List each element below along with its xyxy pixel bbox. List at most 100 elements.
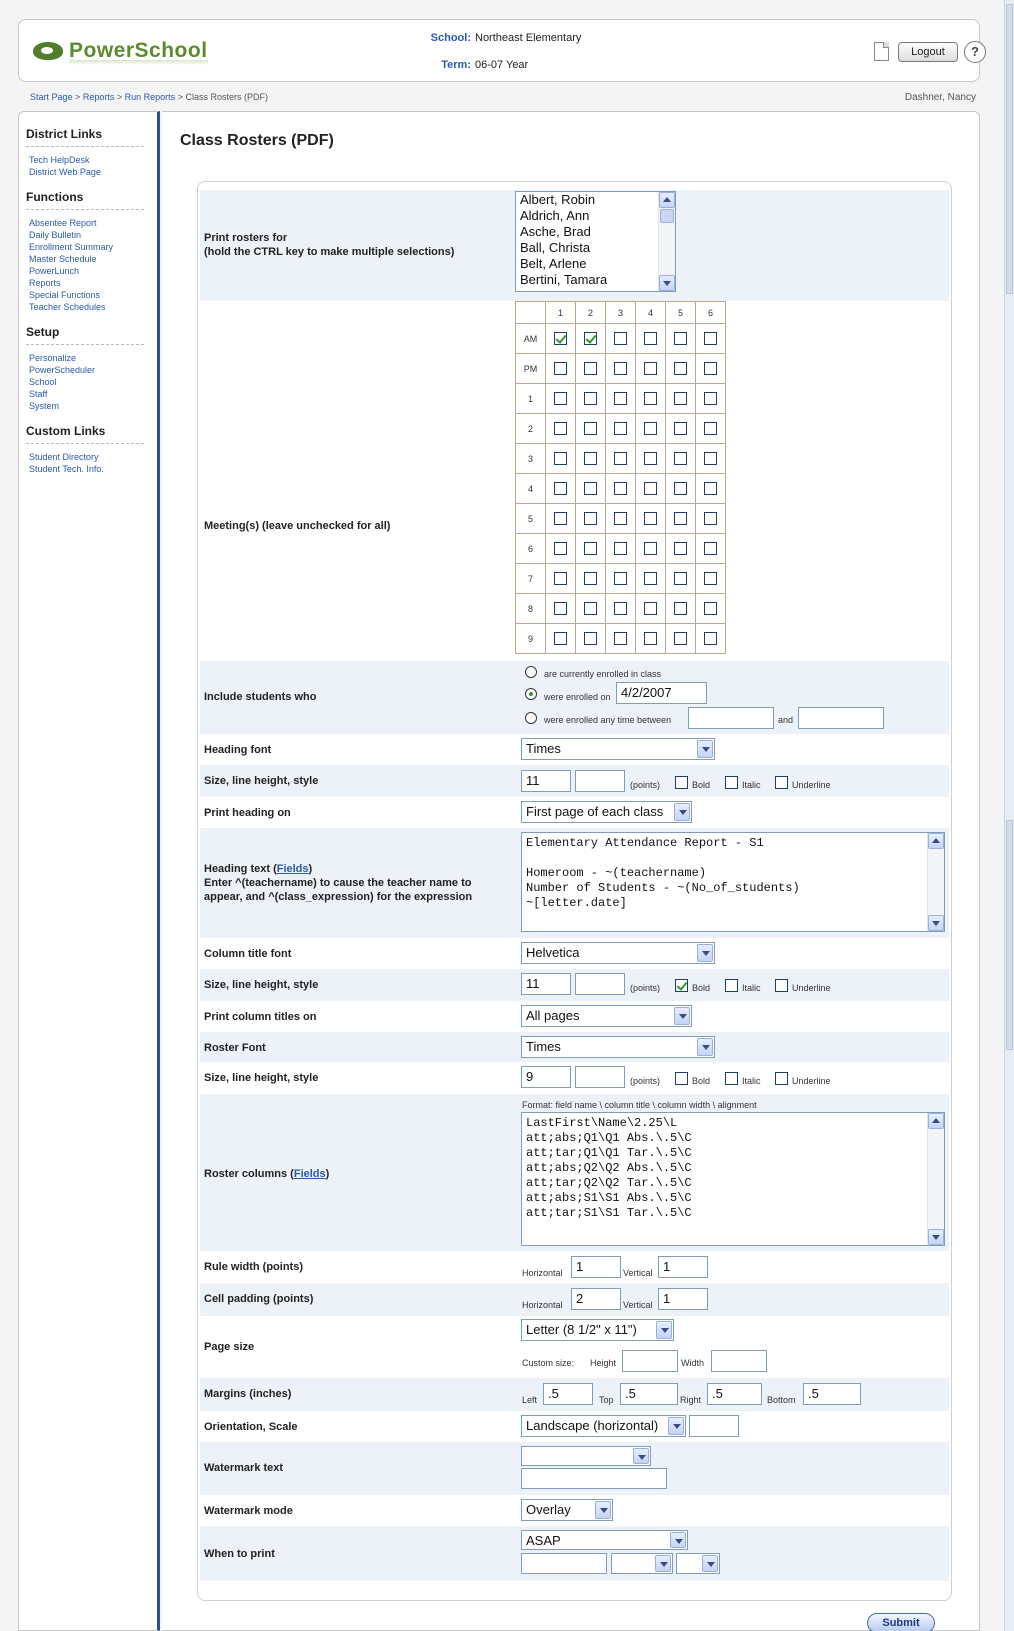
scroll-up-icon[interactable]	[928, 833, 944, 849]
radio-enrolled-on[interactable]	[525, 688, 537, 700]
meeting-checkbox[interactable]	[554, 572, 567, 585]
meeting-checkbox[interactable]	[644, 392, 657, 405]
meeting-checkbox[interactable]	[644, 332, 657, 345]
meeting-checkbox[interactable]	[614, 392, 627, 405]
meeting-checkbox[interactable]	[584, 392, 597, 405]
heading-underline-checkbox[interactable]	[775, 776, 788, 789]
sidebar-item-master-schedule[interactable]: Master Schedule	[29, 253, 97, 265]
watermark-text-input[interactable]	[521, 1468, 667, 1489]
roster-font-select[interactable]: Times	[521, 1036, 715, 1058]
sidebar-item-student-directory[interactable]: Student Directory	[29, 451, 99, 463]
meeting-checkbox[interactable]	[704, 362, 717, 375]
meeting-checkbox[interactable]	[584, 482, 597, 495]
scrollbar-thumb-secondary[interactable]	[1006, 820, 1013, 1050]
scroll-down-icon[interactable]	[928, 915, 944, 931]
meeting-checkbox[interactable]	[674, 332, 687, 345]
meeting-checkbox[interactable]	[644, 542, 657, 555]
scroll-up-icon[interactable]	[928, 1113, 944, 1129]
print-minute-select[interactable]	[676, 1553, 720, 1574]
meeting-checkbox[interactable]	[554, 542, 567, 555]
teacher-listbox[interactable]: Albert, Robin Aldrich, Ann Asche, Brad B…	[515, 191, 676, 292]
sidebar-item-district-web-page[interactable]: District Web Page	[29, 166, 101, 178]
meeting-checkbox[interactable]	[674, 512, 687, 525]
heading-font-select[interactable]: Times	[521, 738, 715, 760]
sidebar-item-powerscheduler[interactable]: PowerScheduler	[29, 364, 95, 376]
meeting-checkbox[interactable]	[704, 332, 717, 345]
meeting-checkbox[interactable]	[674, 632, 687, 645]
scroll-down-icon[interactable]	[659, 275, 675, 291]
margin-top-input[interactable]: .5	[620, 1383, 678, 1405]
meeting-checkbox[interactable]	[644, 572, 657, 585]
roster-line-height-input[interactable]	[575, 1066, 625, 1088]
meeting-checkbox[interactable]	[584, 602, 597, 615]
meeting-checkbox[interactable]	[644, 422, 657, 435]
sidebar-item-powerlunch[interactable]: PowerLunch	[29, 265, 79, 277]
watermark-mode-select[interactable]: Overlay	[521, 1499, 613, 1521]
enrolled-between-end-input[interactable]	[798, 707, 884, 729]
column-line-height-input[interactable]	[575, 973, 625, 995]
sidebar-item-daily-bulletin[interactable]: Daily Bulletin	[29, 229, 81, 241]
meeting-checkbox[interactable]	[554, 482, 567, 495]
meeting-checkbox[interactable]	[614, 542, 627, 555]
meeting-checkbox[interactable]	[614, 512, 627, 525]
breadcrumb-start-page[interactable]: Start Page	[30, 92, 73, 102]
listbox-scrollbar[interactable]	[658, 192, 675, 291]
watermark-preset-select[interactable]	[521, 1446, 651, 1466]
teacher-option[interactable]: Albert, Robin	[516, 192, 675, 208]
meeting-checkbox[interactable]	[644, 452, 657, 465]
enrolled-between-start-input[interactable]	[688, 707, 774, 729]
meeting-checkbox[interactable]	[644, 362, 657, 375]
print-heading-select[interactable]: First page of each class	[521, 801, 692, 823]
meeting-checkbox[interactable]	[614, 572, 627, 585]
sidebar-item-teacher-schedules[interactable]: Teacher Schedules	[29, 301, 106, 313]
roster-size-input[interactable]: 9	[521, 1066, 571, 1088]
sidebar-item-special-functions[interactable]: Special Functions	[29, 289, 100, 301]
sidebar-item-staff[interactable]: Staff	[29, 388, 47, 400]
sidebar-item-system[interactable]: System	[29, 400, 59, 412]
column-italic-checkbox[interactable]	[725, 979, 738, 992]
column-bold-checkbox[interactable]	[675, 979, 688, 992]
when-to-print-select[interactable]: ASAP	[521, 1530, 688, 1550]
margin-right-input[interactable]: .5	[707, 1383, 762, 1405]
page-size-select[interactable]: Letter (8 1/2" x 11")	[521, 1319, 674, 1341]
meeting-checkbox[interactable]	[554, 632, 567, 645]
meeting-checkbox[interactable]	[704, 482, 717, 495]
meeting-checkbox[interactable]	[704, 512, 717, 525]
scroll-up-icon[interactable]	[659, 192, 675, 208]
meeting-checkbox[interactable]	[554, 392, 567, 405]
meeting-checkbox[interactable]	[614, 452, 627, 465]
pad-horizontal-input[interactable]: 2	[571, 1288, 621, 1310]
radio-enrolled-between[interactable]	[525, 712, 537, 724]
teacher-option[interactable]: Belt, Arlene	[516, 256, 675, 272]
help-icon[interactable]: ?	[964, 41, 986, 63]
pad-vertical-input[interactable]: 1	[658, 1288, 708, 1310]
meeting-checkbox[interactable]	[644, 512, 657, 525]
meeting-checkbox[interactable]	[704, 542, 717, 555]
print-column-select[interactable]: All pages	[521, 1005, 692, 1027]
roster-bold-checkbox[interactable]	[675, 1072, 688, 1085]
sidebar-item-absentee-report[interactable]: Absentee Report	[29, 217, 97, 229]
custom-width-input[interactable]	[711, 1350, 767, 1372]
heading-italic-checkbox[interactable]	[725, 776, 738, 789]
scroll-down-icon[interactable]	[928, 1229, 944, 1245]
print-hour-select[interactable]	[611, 1553, 673, 1574]
heading-size-input[interactable]: 11	[521, 770, 571, 792]
meeting-checkbox[interactable]	[614, 422, 627, 435]
roster-fields-link[interactable]: Fields	[294, 1168, 326, 1180]
sidebar-item-tech-helpdesk[interactable]: Tech HelpDesk	[29, 154, 90, 166]
meeting-checkbox[interactable]	[584, 332, 597, 345]
meeting-checkbox[interactable]	[704, 452, 717, 465]
heading-line-height-input[interactable]	[575, 770, 625, 792]
meeting-checkbox[interactable]	[614, 482, 627, 495]
teacher-option[interactable]: Asche, Brad	[516, 224, 675, 240]
meeting-checkbox[interactable]	[554, 332, 567, 345]
meeting-checkbox[interactable]	[554, 512, 567, 525]
sidebar-item-student-tech-info[interactable]: Student Tech. Info.	[29, 463, 104, 475]
scrollbar-thumb[interactable]	[1006, 4, 1013, 294]
roster-italic-checkbox[interactable]	[725, 1072, 738, 1085]
sidebar-item-school[interactable]: School	[29, 376, 57, 388]
meeting-checkbox[interactable]	[674, 542, 687, 555]
meeting-checkbox[interactable]	[584, 512, 597, 525]
meeting-checkbox[interactable]	[704, 632, 717, 645]
breadcrumb-reports[interactable]: Reports	[83, 92, 115, 102]
